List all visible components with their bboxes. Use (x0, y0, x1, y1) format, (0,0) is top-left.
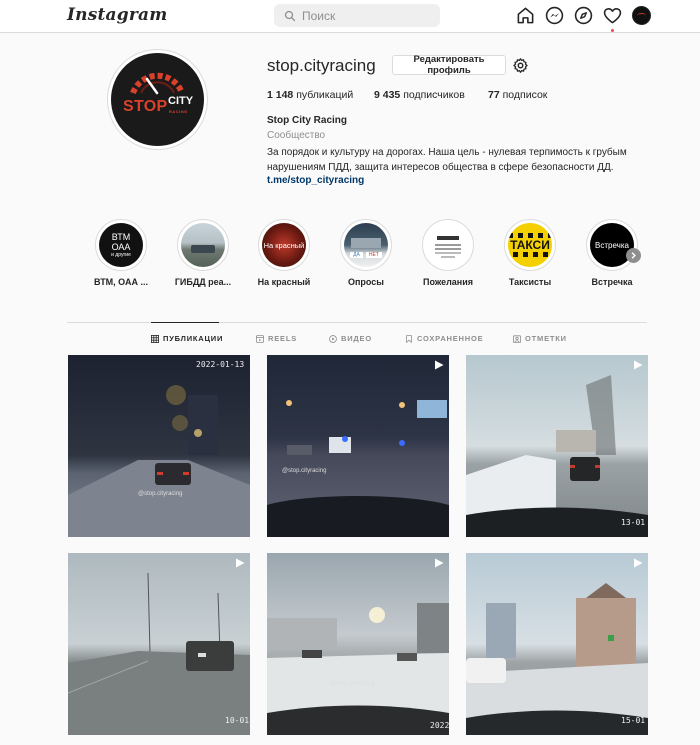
highlight-wishes[interactable]: Пожелания (413, 219, 483, 287)
video-date-stamp: 13-01 (621, 518, 646, 527)
reel-play-icon (435, 360, 444, 370)
post-watermark: @stop.cityracing (282, 468, 327, 474)
highlight-label: ВТМ, ОАА ... (94, 277, 148, 287)
active-tab-indicator (151, 322, 219, 323)
chevron-right-icon (631, 252, 636, 259)
explore-icon[interactable] (574, 6, 593, 25)
highlight-red-light-text: На красный (263, 240, 305, 250)
post-thumbnail[interactable]: @stop.cityracing (267, 355, 449, 537)
following-stat[interactable]: 77 подписок (488, 89, 547, 101)
tagged-icon (513, 334, 521, 343)
tab-posts[interactable]: ПУБЛИКАЦИИ (151, 334, 223, 343)
highlight-vtm-line3: и другие (111, 251, 131, 258)
highlight-label: Таксисты (508, 277, 552, 287)
profile-category: Сообщество (267, 130, 326, 141)
tab-tagged-label: ОТМЕТКИ (525, 334, 567, 343)
video-date-stamp: 2022 (430, 721, 449, 730)
followers-stat[interactable]: 9 435 подписчиков (374, 89, 465, 101)
reel-play-icon (236, 558, 245, 568)
heart-icon[interactable] (603, 6, 622, 32)
search-input[interactable] (302, 8, 432, 23)
highlight-label: Опросы (347, 277, 384, 287)
highlight-red-light[interactable]: На красный На красный (249, 219, 319, 287)
reel-play-icon (634, 360, 643, 370)
tab-tagged[interactable]: ОТМЕТКИ (513, 334, 567, 343)
edit-profile-button[interactable]: Редактировать профиль (392, 54, 506, 76)
logo-stop-text: STOP (123, 98, 168, 115)
reel-play-icon (435, 558, 444, 568)
profile-full-name: Stop City Racing (267, 115, 348, 126)
tab-video-label: ВИДЕО (341, 334, 372, 343)
poll-no: НЕТ (365, 252, 382, 258)
highlight-label: ГИБДД реа... (174, 277, 232, 287)
tab-posts-label: ПУБЛИКАЦИИ (163, 334, 224, 343)
highlight-label: Встречка (591, 277, 633, 287)
grid-icon (151, 334, 159, 343)
video-icon (329, 334, 337, 343)
profile-link[interactable]: t.me/stop_cityracing (267, 175, 364, 186)
highlight-vtm-line1: ВТМ (111, 231, 131, 242)
video-date-stamp: 10-01 (225, 716, 250, 725)
tab-reels-label: REELS (268, 334, 298, 343)
highlight-polls[interactable]: ДА НЕТ Опросы (331, 219, 401, 287)
highlight-taxi[interactable]: ТАКСИ Таксисты (495, 219, 565, 287)
highlight-thumbnail (181, 223, 225, 267)
highlight-gibdd[interactable]: ГИБДД реа... (168, 219, 238, 287)
post-thumbnail[interactable]: 10-01 (68, 553, 250, 735)
notification-dot (611, 29, 614, 32)
reels-icon (256, 334, 264, 343)
highlights-next-button[interactable] (626, 248, 641, 263)
video-date-stamp: 15-01 (621, 716, 646, 725)
highlight-label: Пожелания (422, 277, 474, 287)
logo-city-text: CITY (168, 95, 194, 107)
profile-bio: За порядок и культуру на дорогах. Наша ц… (267, 147, 627, 173)
post-thumbnail[interactable]: 2022-01-13 @stop.cityracing (68, 355, 250, 537)
messenger-icon[interactable] (545, 6, 564, 25)
tab-video[interactable]: ВИДЕО (329, 334, 372, 343)
highlight-taxi-text: ТАКСИ (510, 238, 550, 252)
search-box[interactable] (274, 4, 440, 27)
tab-saved[interactable]: СОХРАНЕННОЕ (405, 334, 483, 343)
settings-gear-icon[interactable] (512, 57, 529, 74)
post-thumbnail[interactable]: 15-01 (466, 553, 648, 735)
post-watermark: @stop.cityracing (330, 681, 375, 687)
highlight-vtm[interactable]: ВТМ ОАА и другие ВТМ, ОАА ... (86, 219, 156, 287)
top-navigation: Instagram (0, 0, 700, 33)
highlight-oncoming-text: Встречка (595, 240, 629, 250)
highlight-label: На красный (257, 277, 311, 287)
highlight-vtm-line2: ОАА (111, 241, 131, 252)
post-thumbnail[interactable]: 13-01 (466, 355, 648, 537)
instagram-logo[interactable]: Instagram (67, 5, 167, 25)
profile-avatar-button[interactable] (632, 6, 651, 25)
profile-avatar[interactable]: STOP CITY RACING (111, 53, 204, 146)
posts-stat: 1 148 публикаций (267, 89, 354, 101)
home-icon[interactable] (516, 6, 535, 25)
tab-reels[interactable]: REELS (256, 334, 297, 343)
post-thumbnail[interactable]: @stop.cityracing 2022 (267, 553, 449, 735)
tab-saved-label: СОХРАНЕННОЕ (417, 334, 484, 343)
poll-yes: ДА (350, 252, 363, 258)
logo-racing-text: RACING (169, 109, 188, 114)
reel-play-icon (634, 558, 643, 568)
search-icon (284, 10, 296, 21)
bookmark-icon (406, 334, 412, 343)
highlight-thumbnail (426, 223, 470, 267)
video-date-stamp: 2022-01-13 (196, 360, 245, 369)
post-watermark: @stop.cityracing (138, 491, 183, 497)
profile-username: stop.cityracing (267, 56, 376, 75)
